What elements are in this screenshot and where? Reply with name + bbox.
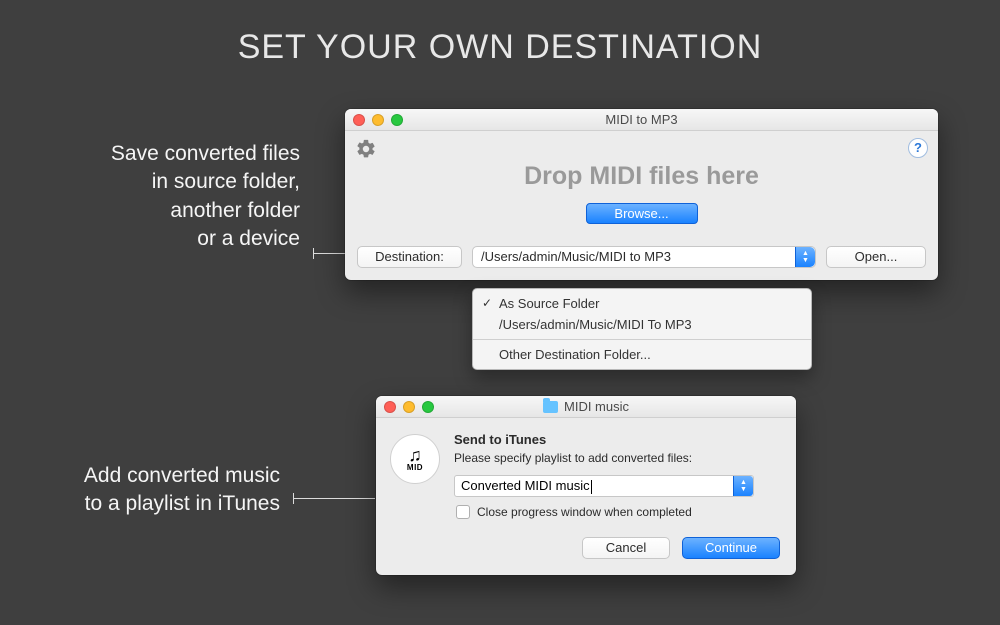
menu-item-path[interactable]: /Users/admin/Music/MIDI To MP3 — [473, 314, 811, 335]
open-button[interactable]: Open... — [826, 246, 926, 268]
destination-value: /Users/admin/Music/MIDI to MP3 — [481, 249, 671, 264]
close-icon[interactable] — [384, 401, 396, 413]
text-cursor — [591, 480, 592, 494]
chevron-updown-icon[interactable]: ▲▼ — [733, 476, 753, 496]
destination-button[interactable]: Destination: — [357, 246, 462, 268]
main-window: MIDI to MP3 ? Drop MIDI files here Brows… — [345, 109, 938, 280]
destination-menu: As Source Folder /Users/admin/Music/MIDI… — [472, 288, 812, 370]
help-icon[interactable]: ? — [908, 138, 928, 158]
window-title: MIDI music — [564, 396, 629, 418]
dialog-heading: Send to iTunes — [454, 432, 780, 447]
send-to-itunes-dialog: MIDI music ♫ MID Send to iTunes Please s… — [376, 396, 796, 575]
maximize-icon[interactable] — [422, 401, 434, 413]
checkbox-icon[interactable] — [456, 505, 470, 519]
drop-zone-label: Drop MIDI files here — [345, 162, 938, 191]
close-icon[interactable] — [353, 114, 365, 126]
caption-destination: Save converted files in source folder, a… — [100, 140, 300, 253]
lead-line — [293, 498, 375, 499]
gear-icon[interactable] — [355, 138, 377, 160]
continue-button[interactable]: Continue — [682, 537, 780, 559]
playlist-combo[interactable]: Converted MIDI music ▲▼ — [454, 475, 754, 497]
caption-itunes: Add converted music to a playlist in iTu… — [70, 462, 280, 519]
destination-combo[interactable]: /Users/admin/Music/MIDI to MP3 ▲▼ — [472, 246, 816, 268]
titlebar: MIDI music — [376, 396, 796, 418]
window-title: MIDI to MP3 — [605, 112, 677, 127]
minimize-icon[interactable] — [403, 401, 415, 413]
menu-item-other-folder[interactable]: Other Destination Folder... — [473, 344, 811, 365]
minimize-icon[interactable] — [372, 114, 384, 126]
traffic-lights — [353, 114, 403, 126]
browse-button[interactable]: Browse... — [586, 203, 698, 224]
dialog-subtext: Please specify playlist to add converted… — [454, 451, 780, 465]
traffic-lights — [384, 401, 434, 413]
titlebar: MIDI to MP3 — [345, 109, 938, 131]
folder-icon — [543, 401, 558, 413]
destination-row: Destination: /Users/admin/Music/MIDI to … — [357, 246, 926, 268]
close-on-complete-row[interactable]: Close progress window when completed — [456, 505, 780, 519]
menu-separator — [473, 339, 811, 340]
maximize-icon[interactable] — [391, 114, 403, 126]
chevron-updown-icon[interactable]: ▲▼ — [795, 247, 815, 267]
cancel-button[interactable]: Cancel — [582, 537, 670, 559]
playlist-value: Converted MIDI music — [461, 478, 590, 493]
page-title: SET YOUR OWN DESTINATION — [0, 0, 1000, 67]
menu-item-as-source[interactable]: As Source Folder — [473, 293, 811, 314]
midi-file-icon: ♫ MID — [390, 434, 440, 484]
checkbox-label: Close progress window when completed — [477, 505, 692, 519]
lead-line — [313, 253, 345, 254]
